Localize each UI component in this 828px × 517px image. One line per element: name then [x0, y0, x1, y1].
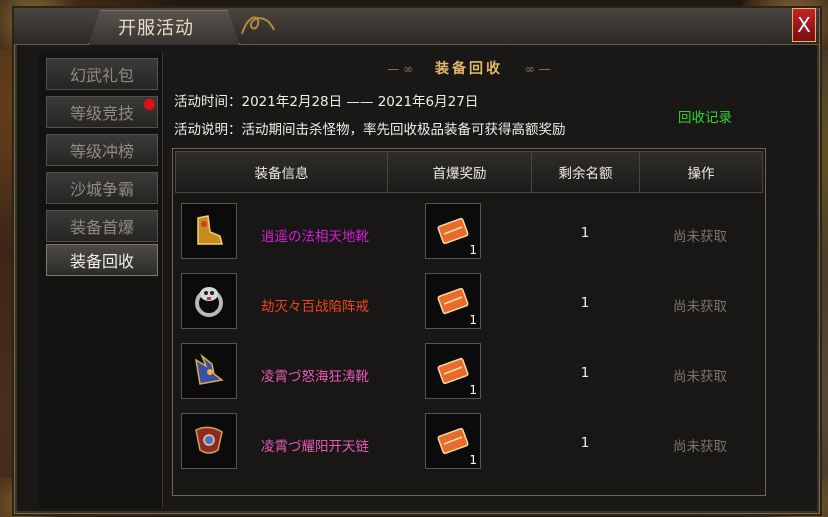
col-header-reward: 首爆奖励 [388, 152, 532, 192]
sidebar-item-equipment-recycle[interactable]: 装备回收 [46, 244, 158, 276]
sidebar-item-castle-siege[interactable]: 沙城争霸 [46, 172, 158, 204]
action-status[interactable]: 尚未获取 [639, 225, 761, 245]
remaining-count: 1 [580, 225, 590, 241]
equipment-table: 装备信息 首爆奖励 剩余名额 操作 逍遥の法相天地靴 1 1 尚未获取 劫灭々百… [172, 148, 766, 496]
equipment-name: 逍遥の法相天地靴 [261, 229, 369, 245]
table-row: 凌霄づ怒海狂涛靴 1 1 尚未获取 [175, 339, 763, 409]
reward-quantity: 1 [469, 313, 477, 327]
action-status[interactable]: 尚未获取 [639, 365, 761, 385]
col-header-remaining: 剩余名额 [532, 152, 640, 192]
col-header-action: 操作 [687, 166, 715, 182]
activity-sidebar: 幻武礼包 等级竞技 等级冲榜 沙城争霸 装备首爆 装备回收 [38, 52, 163, 508]
recycle-panel: — ∞ 装备回收 ∞ — 活动时间：2021年2月28日 —— 2021年6月2… [166, 52, 772, 508]
scroll-reward-icon[interactable]: 1 [425, 413, 481, 469]
scroll-reward-icon[interactable]: 1 [425, 203, 481, 259]
panel-heading: — ∞ 装备回收 ∞ — [387, 61, 551, 77]
golden-boots-icon[interactable] [181, 203, 237, 259]
close-button[interactable]: X [792, 8, 816, 42]
notification-dot [144, 99, 155, 110]
scroll-reward-icon[interactable]: 1 [425, 273, 481, 329]
sidebar-item-gift-pack[interactable]: 幻武礼包 [46, 58, 158, 90]
equipment-name: 凌霄づ怒海狂涛靴 [261, 369, 369, 385]
table-header: 装备信息 首爆奖励 剩余名额 操作 [175, 151, 763, 193]
remaining-count: 1 [580, 295, 590, 311]
col-header-equipment: 装备信息 [176, 152, 388, 192]
window-title: 开服活动 [118, 18, 194, 39]
sidebar-item-equipment-first-drop[interactable]: 装备首爆 [46, 210, 158, 242]
amulet-necklace-icon[interactable] [181, 413, 237, 469]
activity-description: 活动说明：活动期间击杀怪物，率先回收极品装备可获得高额奖励 [174, 122, 566, 138]
reward-quantity: 1 [469, 383, 477, 397]
close-icon: X [797, 13, 811, 37]
action-status[interactable]: 尚未获取 [639, 435, 761, 455]
reward-quantity: 1 [469, 243, 477, 257]
swirl-ornament-icon [238, 10, 278, 38]
action-status[interactable]: 尚未获取 [639, 295, 761, 315]
scroll-reward-icon[interactable]: 1 [425, 343, 481, 399]
remaining-count: 1 [580, 365, 590, 381]
remaining-count: 1 [580, 435, 590, 451]
activity-time: 活动时间：2021年2月28日 —— 2021年6月27日 [174, 94, 479, 110]
equipment-name: 凌霄づ耀阳开天链 [261, 439, 369, 455]
sidebar-item-level-competition[interactable]: 等级竞技 [46, 96, 158, 128]
sidebar-item-level-rush[interactable]: 等级冲榜 [46, 134, 158, 166]
recycle-record-link[interactable]: 回收记录 [678, 106, 732, 126]
table-row: 凌霄づ耀阳开天链 1 1 尚未获取 [175, 409, 763, 479]
equipment-name: 劫灭々百战陷阵戒 [261, 299, 369, 315]
table-row: 劫灭々百战陷阵戒 1 1 尚未获取 [175, 269, 763, 339]
table-row: 逍遥の法相天地靴 1 1 尚未获取 [175, 199, 763, 269]
reward-quantity: 1 [469, 453, 477, 467]
skull-ring-icon[interactable] [181, 273, 237, 329]
winged-boots-icon[interactable] [181, 343, 237, 399]
